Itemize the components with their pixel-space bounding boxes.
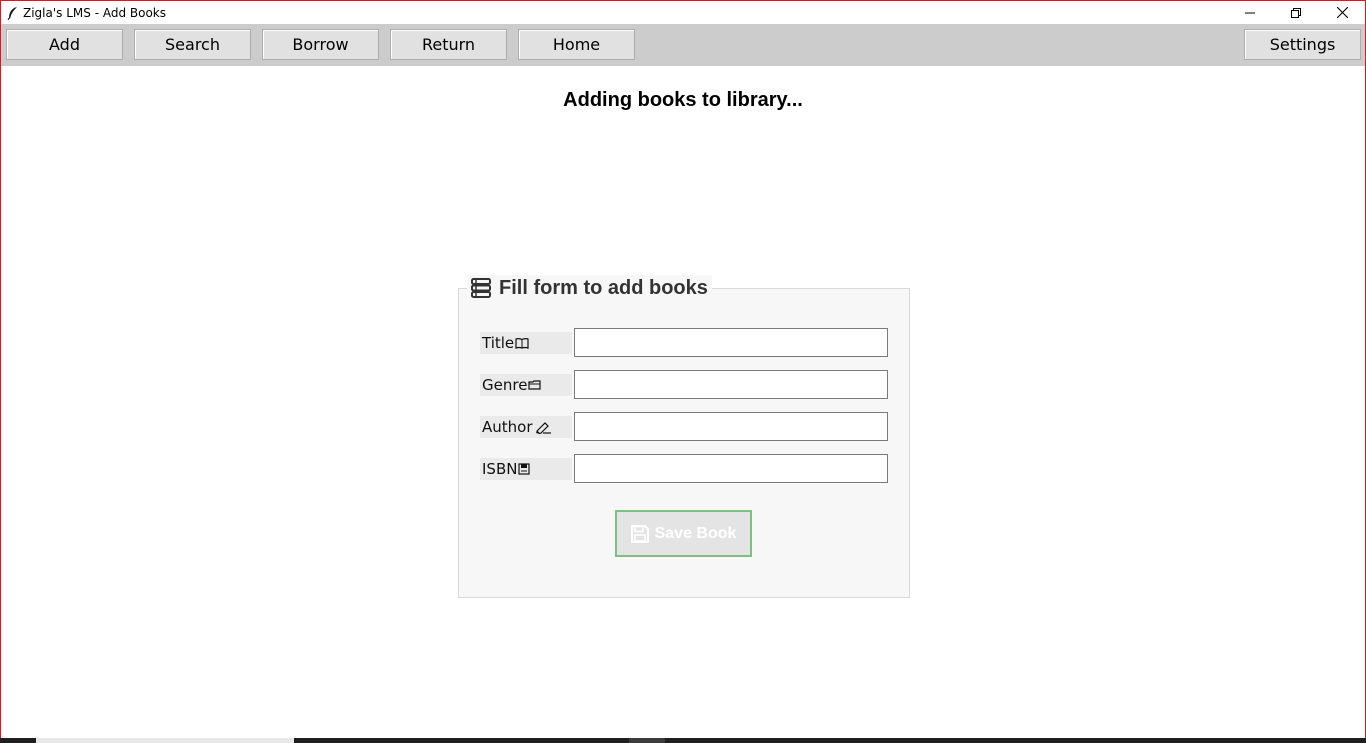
feather-icon xyxy=(5,5,21,21)
genre-label: Genre xyxy=(480,374,572,396)
title-bar: Zigla's LMS - Add Books xyxy=(1,1,1365,24)
save-book-label: Save Book xyxy=(654,524,737,542)
save-book-button[interactable]: Save Book xyxy=(615,510,752,557)
settings-button[interactable]: Settings xyxy=(1244,29,1361,60)
author-label-text: Author xyxy=(482,418,533,436)
home-button[interactable]: Home xyxy=(518,29,635,60)
return-button[interactable]: Return xyxy=(390,29,507,60)
taskbar-search-box[interactable] xyxy=(36,738,294,743)
pen-icon xyxy=(534,420,552,434)
genre-label-text: Genre xyxy=(482,376,528,394)
window-controls xyxy=(1227,1,1365,24)
page-title: Adding books to library... xyxy=(563,89,803,111)
add-button[interactable]: Add xyxy=(6,29,123,60)
taskbar-app-item[interactable] xyxy=(629,738,665,743)
isbn-label-text: ISBN xyxy=(482,460,518,478)
restore-icon[interactable] xyxy=(1273,1,1319,24)
title-label-text: Title xyxy=(482,334,515,352)
search-button[interactable]: Search xyxy=(134,29,251,60)
title-label: Title xyxy=(480,332,572,354)
folder-icon xyxy=(528,379,542,391)
isbn-label: ISBN xyxy=(480,458,572,480)
book-icon xyxy=(515,337,529,349)
barcode-icon xyxy=(518,463,531,475)
close-icon[interactable] xyxy=(1319,1,1365,24)
app-window: Zigla's LMS - Add Books Add Search Borro… xyxy=(0,0,1366,743)
form-legend-text: Fill form to add books xyxy=(499,276,708,299)
minimize-icon[interactable] xyxy=(1227,1,1273,24)
isbn-input[interactable] xyxy=(574,454,888,483)
title-input[interactable] xyxy=(574,328,888,357)
books-icon xyxy=(469,276,493,300)
genre-input[interactable] xyxy=(574,370,888,399)
author-label: Author xyxy=(480,416,572,438)
floppy-disk-icon xyxy=(630,524,649,543)
toolbar: Add Search Borrow Return Home Settings xyxy=(1,24,1365,66)
form-legend: Fill form to add books xyxy=(467,275,712,301)
window-title: Zigla's LMS - Add Books xyxy=(23,5,167,20)
borrow-button[interactable]: Borrow xyxy=(262,29,379,60)
author-input[interactable] xyxy=(574,412,888,441)
